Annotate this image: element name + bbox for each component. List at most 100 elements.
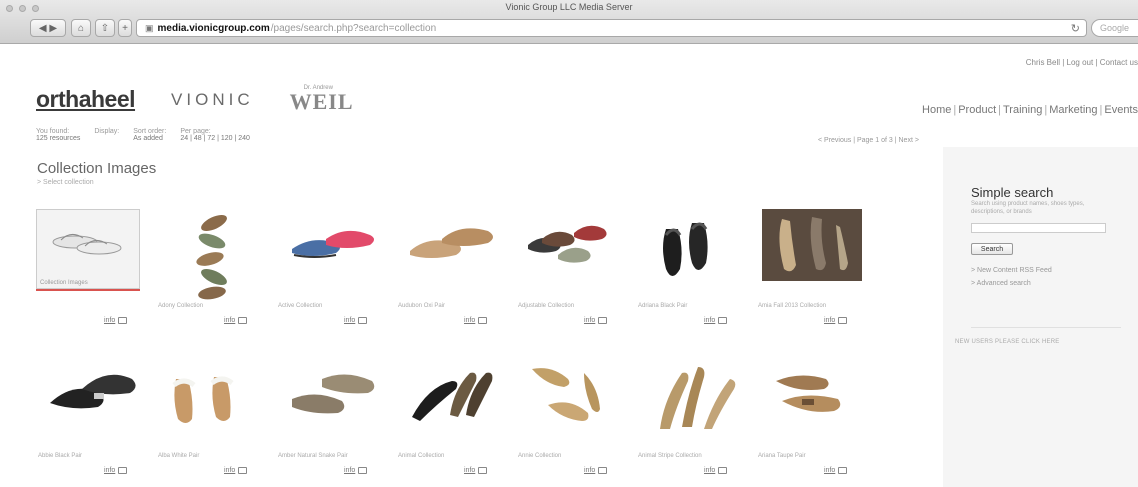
info-link[interactable]: info bbox=[104, 467, 115, 474]
tile-caption[interactable]: Alba White Pair bbox=[158, 453, 272, 459]
shoe-photo-icon[interactable] bbox=[282, 359, 382, 431]
shoe-photo-icon[interactable] bbox=[162, 209, 262, 300]
collection-tile[interactable]: Annie Collection info bbox=[516, 353, 634, 483]
shoe-photo-icon[interactable] bbox=[522, 359, 622, 431]
shoe-photo-icon[interactable] bbox=[642, 359, 742, 431]
collection-tile[interactable]: Adriana Black Pair info bbox=[636, 203, 754, 333]
collection-tile[interactable]: Active Collection info bbox=[276, 203, 394, 333]
shoe-photo-icon[interactable] bbox=[42, 359, 142, 431]
nav-home[interactable]: Home bbox=[922, 104, 951, 116]
collection-tile[interactable]: Animal Stripe Collection info bbox=[636, 353, 754, 483]
collection-tile[interactable]: Animal Collection info bbox=[396, 353, 514, 483]
comment-icon[interactable] bbox=[718, 467, 728, 474]
sort-order[interactable]: Sort order: As added bbox=[133, 128, 166, 142]
nav-marketing[interactable]: Marketing bbox=[1049, 104, 1097, 116]
comment-icon[interactable] bbox=[358, 467, 368, 474]
info-link[interactable]: info bbox=[704, 467, 715, 474]
collection-tile[interactable]: Adjustable Collection info bbox=[516, 203, 634, 333]
browser-search-input[interactable]: Google bbox=[1091, 19, 1138, 37]
comment-icon[interactable] bbox=[118, 317, 128, 324]
comment-icon[interactable] bbox=[718, 317, 728, 324]
search-button[interactable]: Search bbox=[971, 243, 1013, 255]
collection-tile[interactable]: Ariana Taupe Pair info bbox=[756, 353, 874, 483]
plus-icon: + bbox=[122, 22, 128, 34]
advanced-search-link[interactable]: > Advanced search bbox=[971, 280, 1031, 287]
comment-icon[interactable] bbox=[598, 467, 608, 474]
tile-caption[interactable]: Animal Collection bbox=[398, 453, 512, 459]
weil-logo[interactable]: Dr. Andrew WEIL bbox=[290, 85, 354, 113]
collection-tile[interactable]: Amber Natural Snake Pair info bbox=[276, 353, 394, 483]
comment-icon[interactable] bbox=[238, 317, 248, 324]
reload-icon[interactable]: ↻ bbox=[1071, 22, 1080, 35]
comment-icon[interactable] bbox=[118, 467, 128, 474]
share-button[interactable]: ⇧ bbox=[95, 19, 115, 37]
home-button[interactable]: ⌂ bbox=[71, 19, 91, 37]
info-link[interactable]: info bbox=[824, 467, 835, 474]
shoe-photo-icon[interactable] bbox=[762, 209, 862, 281]
collection-tile[interactable]: Alba White Pair info bbox=[156, 353, 274, 483]
tile-caption[interactable]: Adony Collection bbox=[158, 303, 272, 309]
info-link[interactable]: info bbox=[584, 317, 595, 324]
new-users-link[interactable]: NEW USERS PLEASE CLICK HERE bbox=[955, 339, 1059, 345]
tile-caption[interactable]: Adriana Black Pair bbox=[638, 303, 752, 309]
tile-caption[interactable]: Audubon Oxi Pair bbox=[398, 303, 512, 309]
shoe-photo-icon[interactable] bbox=[762, 359, 862, 431]
select-collection-link[interactable]: > Select collection bbox=[37, 179, 94, 186]
back-forward-buttons[interactable]: ◀ ▶ bbox=[30, 19, 66, 37]
info-link[interactable]: info bbox=[584, 467, 595, 474]
tile-caption[interactable]: Annie Collection bbox=[518, 453, 632, 459]
search-input[interactable] bbox=[971, 223, 1106, 233]
comment-icon[interactable] bbox=[598, 317, 608, 324]
orthaheel-logo[interactable]: orthaheel bbox=[36, 86, 136, 113]
back-arrow-icon[interactable]: ◀ bbox=[39, 23, 47, 34]
info-link[interactable]: info bbox=[344, 467, 355, 474]
tile-caption[interactable]: Ariana Taupe Pair bbox=[758, 453, 872, 459]
tile-caption[interactable]: Animal Stripe Collection bbox=[638, 453, 752, 459]
shoe-photo-icon[interactable] bbox=[402, 209, 502, 281]
per-page[interactable]: Per page: 24 | 48 | 72 | 120 | 240 bbox=[180, 128, 250, 142]
shoe-photo-icon[interactable] bbox=[402, 359, 502, 431]
info-link[interactable]: info bbox=[704, 317, 715, 324]
shoe-photo-icon[interactable] bbox=[282, 209, 382, 281]
info-link[interactable]: info bbox=[104, 317, 115, 324]
tile-caption[interactable]: Amber Natural Snake Pair bbox=[278, 453, 392, 459]
shoe-photo-icon[interactable] bbox=[642, 209, 742, 281]
rss-feed-link[interactable]: > New Content RSS Feed bbox=[971, 267, 1052, 274]
forward-arrow-icon[interactable]: ▶ bbox=[49, 23, 57, 34]
tile-caption[interactable]: Amia Fall 2013 Collection bbox=[758, 303, 872, 309]
pagination[interactable]: < Previous | Page 1 of 3 | Next > bbox=[818, 137, 919, 144]
comment-icon[interactable] bbox=[238, 467, 248, 474]
tile-caption[interactable]: Abbie Black Pair bbox=[38, 453, 152, 459]
url-host: media.vionicgroup.com bbox=[157, 22, 270, 34]
comment-icon[interactable] bbox=[838, 317, 848, 324]
comment-icon[interactable] bbox=[478, 467, 488, 474]
info-link[interactable]: info bbox=[224, 467, 235, 474]
collection-tile[interactable]: Amia Fall 2013 Collection info bbox=[756, 203, 874, 333]
account-links[interactable]: Chris Bell | Log out | Contact us bbox=[1026, 58, 1138, 67]
nav-product[interactable]: Product bbox=[958, 104, 996, 116]
url-bar[interactable]: ▣ media.vionicgroup.com /pages/search.ph… bbox=[136, 19, 1087, 37]
info-link[interactable]: info bbox=[824, 317, 835, 324]
comment-icon[interactable] bbox=[838, 467, 848, 474]
new-tab-button[interactable]: + bbox=[118, 19, 132, 37]
collection-tile[interactable]: Adony Collection info bbox=[156, 203, 274, 333]
nav-events[interactable]: Events bbox=[1104, 104, 1138, 116]
collection-tile[interactable]: Audubon Oxi Pair info bbox=[396, 203, 514, 333]
shoe-photo-icon[interactable] bbox=[522, 209, 622, 281]
tile-caption: Collection Images bbox=[40, 280, 88, 286]
comment-icon[interactable] bbox=[478, 317, 488, 324]
vionic-logo[interactable]: VIONIC bbox=[171, 90, 254, 110]
nav-training[interactable]: Training bbox=[1003, 104, 1042, 116]
shoe-photo-icon[interactable] bbox=[162, 359, 262, 431]
collection-folder-icon[interactable] bbox=[36, 209, 140, 289]
info-link[interactable]: info bbox=[344, 317, 355, 324]
collection-tile[interactable]: Abbie Black Pair info bbox=[36, 353, 154, 483]
info-link[interactable]: info bbox=[464, 317, 475, 324]
info-link[interactable]: info bbox=[224, 317, 235, 324]
display-option[interactable]: Display: bbox=[94, 128, 119, 142]
tile-caption[interactable]: Active Collection bbox=[278, 303, 392, 309]
collection-tile[interactable]: Collection Images info bbox=[36, 203, 154, 333]
info-link[interactable]: info bbox=[464, 467, 475, 474]
tile-caption[interactable]: Adjustable Collection bbox=[518, 303, 632, 309]
comment-icon[interactable] bbox=[358, 317, 368, 324]
